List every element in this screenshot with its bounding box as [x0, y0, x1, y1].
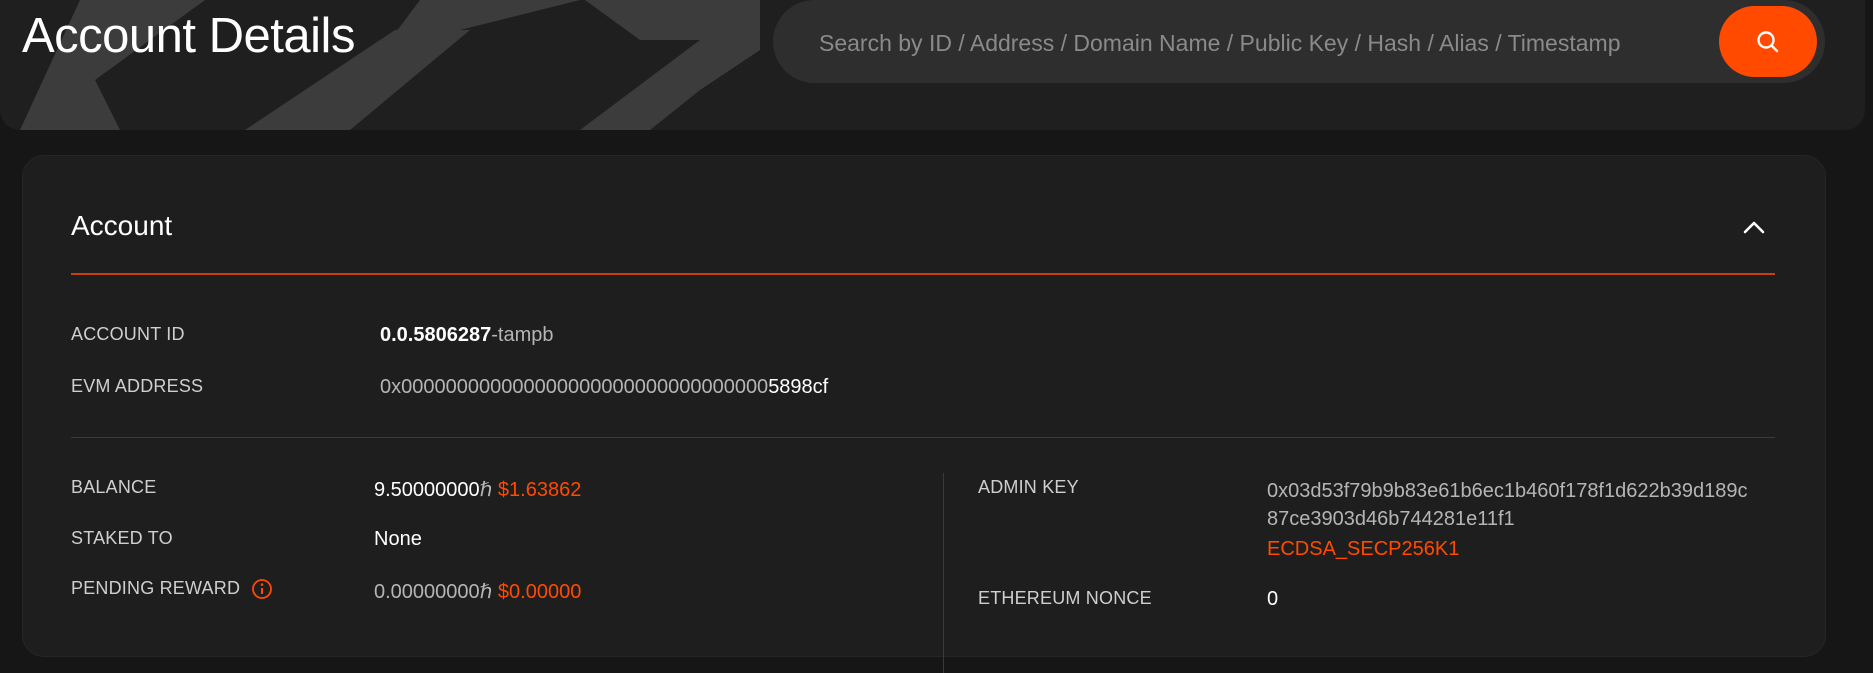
admin-key-label: ADMIN KEY: [978, 477, 1079, 497]
hbar-symbol: ℏ: [479, 479, 493, 501]
search-button[interactable]: [1719, 6, 1817, 77]
collapse-button[interactable]: [1739, 212, 1769, 242]
info-icon[interactable]: [251, 578, 273, 600]
balance-usd: $1.63862: [497, 479, 582, 501]
pending-reward-value: 0.00000000ℏ $0.00000: [374, 579, 581, 604]
evm-address-prefix: 0x000000000000000000000000000000000: [380, 376, 769, 398]
staked-to-value: None: [374, 528, 422, 550]
balance-label: BALANCE: [71, 477, 157, 497]
account-id-label: ACCOUNT ID: [71, 324, 185, 344]
page-title: Account Details: [22, 9, 355, 63]
card-title: Account: [71, 210, 173, 241]
evm-address-suffix: 5898cf: [768, 376, 829, 398]
evm-address-value[interactable]: 0x0000000000000000000000000000000005898c…: [380, 376, 828, 399]
balance-amount: 9.50000000: [374, 479, 480, 501]
account-card: Account ACCOUNT ID 0.0.5806287-tampb EVM…: [22, 155, 1826, 673]
admin-key-line-1: 0x03d53f79b9b83e61b6ec1b460f178f1d622b39…: [1267, 480, 1748, 502]
admin-key-value[interactable]: 0x03d53f79b9b83e61b6ec1b460f178f1d622b39…: [1267, 477, 1747, 533]
section-divider: [71, 437, 1775, 438]
column-divider: [943, 473, 944, 673]
admin-key-line-2: 87ce3903d46b744281e11f1: [1267, 508, 1515, 530]
pending-reward-usd: $0.00000: [497, 581, 582, 603]
staked-to-label: STAKED TO: [71, 528, 173, 548]
pending-reward-amount: 0.00000000: [374, 581, 480, 603]
accent-divider: [71, 273, 1775, 275]
balance-value: 9.50000000ℏ $1.63862: [374, 477, 581, 502]
search-input[interactable]: [817, 14, 1691, 72]
search-icon: [1757, 30, 1779, 52]
search-bar: [773, 0, 1825, 83]
ethereum-nonce-label: ETHEREUM NONCE: [978, 588, 1152, 608]
account-id-value[interactable]: 0.0.5806287-tampb: [380, 324, 553, 347]
account-id-checksum: -tampb: [491, 324, 554, 346]
pending-reward-label: PENDING REWARD: [71, 578, 273, 600]
evm-address-label: EVM ADDRESS: [71, 376, 204, 396]
hbar-symbol: ℏ: [479, 581, 493, 603]
admin-key-type: ECDSA_SECP256K1: [1267, 538, 1460, 560]
pending-reward-label-text: PENDING REWARD: [71, 578, 241, 598]
header-bar: Account Details: [0, 0, 1865, 130]
chevron-up-icon: [1743, 221, 1765, 234]
account-id-number: 0.0.5806287: [380, 324, 492, 346]
ethereum-nonce-value: 0: [1267, 588, 1279, 610]
